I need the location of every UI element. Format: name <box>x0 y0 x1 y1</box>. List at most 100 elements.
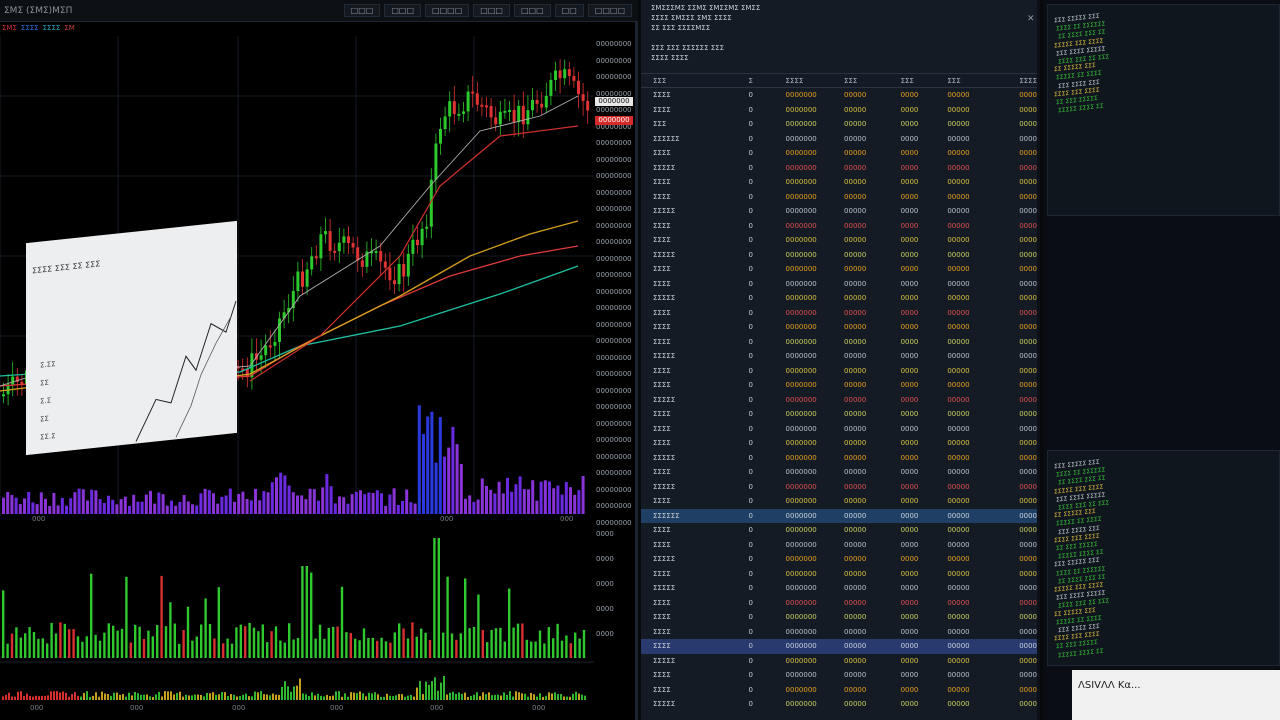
oscillator-bar <box>251 696 253 700</box>
oscillator-bar <box>287 686 289 700</box>
watchlist-row[interactable]: ΣΣΣΣΣ 0 0000000 00000 0000 00000 0000 <box>641 349 1037 364</box>
cell-last: 0000000 <box>785 294 817 303</box>
candle-body <box>268 345 272 348</box>
candle-body <box>503 110 507 113</box>
watchlist-row[interactable]: ΣΣΣΣΣ 0 0000000 00000 0000 00000 0000 <box>641 697 1037 712</box>
watchlist-row[interactable]: ΣΣΣΣ 0 0000000 00000 0000 00000 0000 <box>641 364 1037 379</box>
watchlist-row[interactable]: ΣΣΣΣ 0 0000000 00000 0000 00000 0000 <box>641 175 1037 190</box>
cell-last: 0000000 <box>785 178 817 187</box>
column-header[interactable]: ΣΣΣ <box>641 77 749 85</box>
indicator-time-tick: 000 <box>532 704 546 712</box>
cell-sym: ΣΣΣΣ <box>653 424 671 433</box>
close-icon[interactable]: ✕ <box>1027 14 1035 24</box>
watchlist-row[interactable]: ΣΣΣΣ 0 0000000 00000 0000 00000 0000 <box>641 596 1037 611</box>
watchlist-row[interactable]: ΣΣΣΣ 0 0000000 00000 0000 00000 0000 <box>641 335 1037 350</box>
toolbar-buttons: □□□ □□□ □□□□ □□□ □□□ □□ □□□□ <box>200 4 638 17</box>
watchlist-row[interactable]: ΣΣΣΣ 0 0000000 00000 0000 00000 0000 <box>641 668 1037 683</box>
watchlist-row[interactable]: ΣΣΣΣ 0 0000000 00000 0000 00000 0000 <box>641 523 1037 538</box>
toolbar-button[interactable]: □□□ <box>384 4 422 17</box>
watchlist-row[interactable]: ΣΣΣΣ 0 0000000 00000 0000 00000 0000 <box>641 219 1037 234</box>
watchlist-row[interactable]: ΣΣΣΣ 0 0000000 00000 0000 00000 0000 <box>641 683 1037 698</box>
column-header[interactable]: Σ <box>749 77 786 85</box>
cell-chg: 00000 <box>844 178 867 187</box>
column-header[interactable]: ΣΣΣΣ <box>1004 77 1037 85</box>
watchlist-row[interactable]: ΣΣΣΣ 0 0000000 00000 0000 00000 0000 <box>641 639 1037 654</box>
watchlist-row[interactable]: ΣΣΣΣ 0 0000000 00000 0000 00000 0000 <box>641 306 1037 321</box>
column-header[interactable]: ΣΣΣ <box>844 77 901 85</box>
watchlist-row[interactable]: ΣΣΣΣ 0 0000000 00000 0000 00000 0000 <box>641 422 1037 437</box>
watchlist-row[interactable]: ΣΣΣΣ 0 0000000 00000 0000 00000 0000 <box>641 146 1037 161</box>
watchlist-row[interactable]: ΣΣΣΣ 0 0000000 00000 0000 00000 0000 <box>641 103 1037 118</box>
watchlist-row[interactable]: ΣΣΣ 0 0000000 00000 0000 00000 0000 <box>641 117 1037 132</box>
candle-body <box>508 109 511 112</box>
cell-vol: 0000 <box>900 207 919 216</box>
column-header[interactable]: ΣΣΣ <box>947 77 1004 85</box>
volume-bar <box>556 485 560 514</box>
toolbar-button[interactable]: □□□ <box>513 4 551 17</box>
cell-chg: 00000 <box>844 352 867 361</box>
cell-pct: 0000 <box>1019 163 1038 172</box>
watchlist-row[interactable]: ΣΣΣΣΣ 0 0000000 00000 0000 00000 0000 <box>641 248 1037 263</box>
watchlist-row[interactable]: ΣΣΣΣ 0 0000000 00000 0000 00000 0000 <box>641 262 1037 277</box>
toolbar-button[interactable]: □□□□ <box>587 4 632 17</box>
watchlist-row[interactable]: ΣΣΣΣ 0 0000000 00000 0000 00000 0000 <box>641 538 1037 553</box>
watchlist-row[interactable]: ΣΣΣΣΣ 0 0000000 00000 0000 00000 0000 <box>641 204 1037 219</box>
cell-flag: 0 <box>748 598 753 607</box>
watchlist-row[interactable]: ΣΣΣΣΣ 0 0000000 00000 0000 00000 0000 <box>641 552 1037 567</box>
toolbar-button[interactable]: □□□ <box>473 4 510 17</box>
indicator-bar <box>46 643 49 658</box>
column-header[interactable]: ΣΣΣΣ <box>786 77 844 85</box>
watchlist-row[interactable]: ΣΣΣΣ 0 0000000 00000 0000 00000 0000 <box>641 233 1037 248</box>
watchlist-row[interactable]: ΣΣΣΣ 0 0000000 00000 0000 00000 0000 <box>641 378 1037 393</box>
watchlist-row[interactable]: ΣΣΣΣΣ 0 0000000 00000 0000 00000 0000 <box>641 654 1037 669</box>
watchlist-row[interactable]: ΣΣΣΣ 0 0000000 00000 0000 00000 0000 <box>641 407 1037 422</box>
cell-pct: 0000 <box>1019 424 1038 433</box>
watchlist-row[interactable]: ΣΣΣΣ 0 0000000 00000 0000 00000 0000 <box>641 465 1037 480</box>
watchlist-row[interactable]: ΣΣΣΣΣ 0 0000000 00000 0000 00000 0000 <box>641 480 1037 495</box>
cell-flag: 0 <box>748 453 753 462</box>
volume-bar <box>308 488 312 514</box>
toolbar-button[interactable]: □□□ <box>343 4 381 17</box>
cell-vol: 0000 <box>900 468 919 477</box>
watchlist-row[interactable]: ΣΣΣΣ 0 0000000 00000 0000 00000 0000 <box>641 88 1037 103</box>
oscillator-bar <box>386 693 388 700</box>
watchlist-row[interactable]: ΣΣΣΣΣ 0 0000000 00000 0000 00000 0000 <box>641 393 1037 408</box>
oscillator-bar <box>248 696 250 700</box>
watchlist-row[interactable]: ΣΣΣΣΣ 0 0000000 00000 0000 00000 0000 <box>641 581 1037 596</box>
indicator-bar <box>235 627 238 658</box>
indicator-chart[interactable] <box>0 528 594 704</box>
volume-bar <box>468 495 472 514</box>
volume-bar <box>128 505 131 514</box>
watchlist-row[interactable]: ΣΣΣΣ 0 0000000 00000 0000 00000 0000 <box>641 494 1037 509</box>
oscillator-bar <box>395 695 397 700</box>
oscillator-bar <box>422 694 424 700</box>
oscillator-bar <box>125 696 127 700</box>
toolbar-button[interactable]: □□□□ <box>425 4 470 17</box>
watchlist-row[interactable]: ΣΣΣΣ 0 0000000 00000 0000 00000 0000 <box>641 625 1037 640</box>
watchlist-row[interactable]: ΣΣΣΣΣΣ 0 0000000 00000 0000 00000 0000 <box>641 132 1037 147</box>
oscillator-bar <box>515 691 517 700</box>
watchlist-row[interactable]: ΣΣΣΣΣ 0 0000000 00000 0000 00000 0000 <box>641 291 1037 306</box>
volume-bar <box>371 493 375 514</box>
oscillator-bar <box>2 696 4 700</box>
cell-hi: 00000 <box>947 236 970 245</box>
watchlist-row[interactable]: ΣΣΣΣΣ 0 0000000 00000 0000 00000 0000 <box>641 451 1037 466</box>
watchlist-row[interactable]: ΣΣΣΣ 0 0000000 00000 0000 00000 0000 <box>641 190 1037 205</box>
column-header[interactable]: ΣΣΣ <box>901 77 948 85</box>
oscillator-bar <box>80 696 82 700</box>
indicator-bar <box>125 576 128 658</box>
watchlist-row[interactable]: ΣΣΣΣ 0 0000000 00000 0000 00000 0000 <box>641 610 1037 625</box>
watchlist-row[interactable]: ΣΣΣΣ 0 0000000 00000 0000 00000 0000 <box>641 567 1037 582</box>
oscillator-bar <box>227 696 229 700</box>
legend-entry: ΣΣΣΣ <box>20 24 39 32</box>
watchlist-row[interactable]: ΣΣΣΣ 0 0000000 00000 0000 00000 0000 <box>641 436 1037 451</box>
cell-hi: 00000 <box>947 207 970 216</box>
watchlist-row[interactable]: ΣΣΣΣΣΣ 0 0000000 00000 0000 00000 0000 <box>641 508 1037 523</box>
cell-hi: 00000 <box>947 134 970 143</box>
watchlist-row[interactable]: ΣΣΣΣ 0 0000000 00000 0000 00000 0000 <box>641 320 1037 335</box>
cell-vol: 0000 <box>900 410 919 419</box>
toolbar-button[interactable]: □□ <box>554 4 584 17</box>
watchlist-row[interactable]: ΣΣΣΣ 0 0000000 00000 0000 00000 0000 <box>641 277 1037 292</box>
watchlist-row[interactable]: ΣΣΣΣΣ 0 0000000 00000 0000 00000 0000 <box>641 161 1037 176</box>
oscillator-bar <box>302 693 304 700</box>
